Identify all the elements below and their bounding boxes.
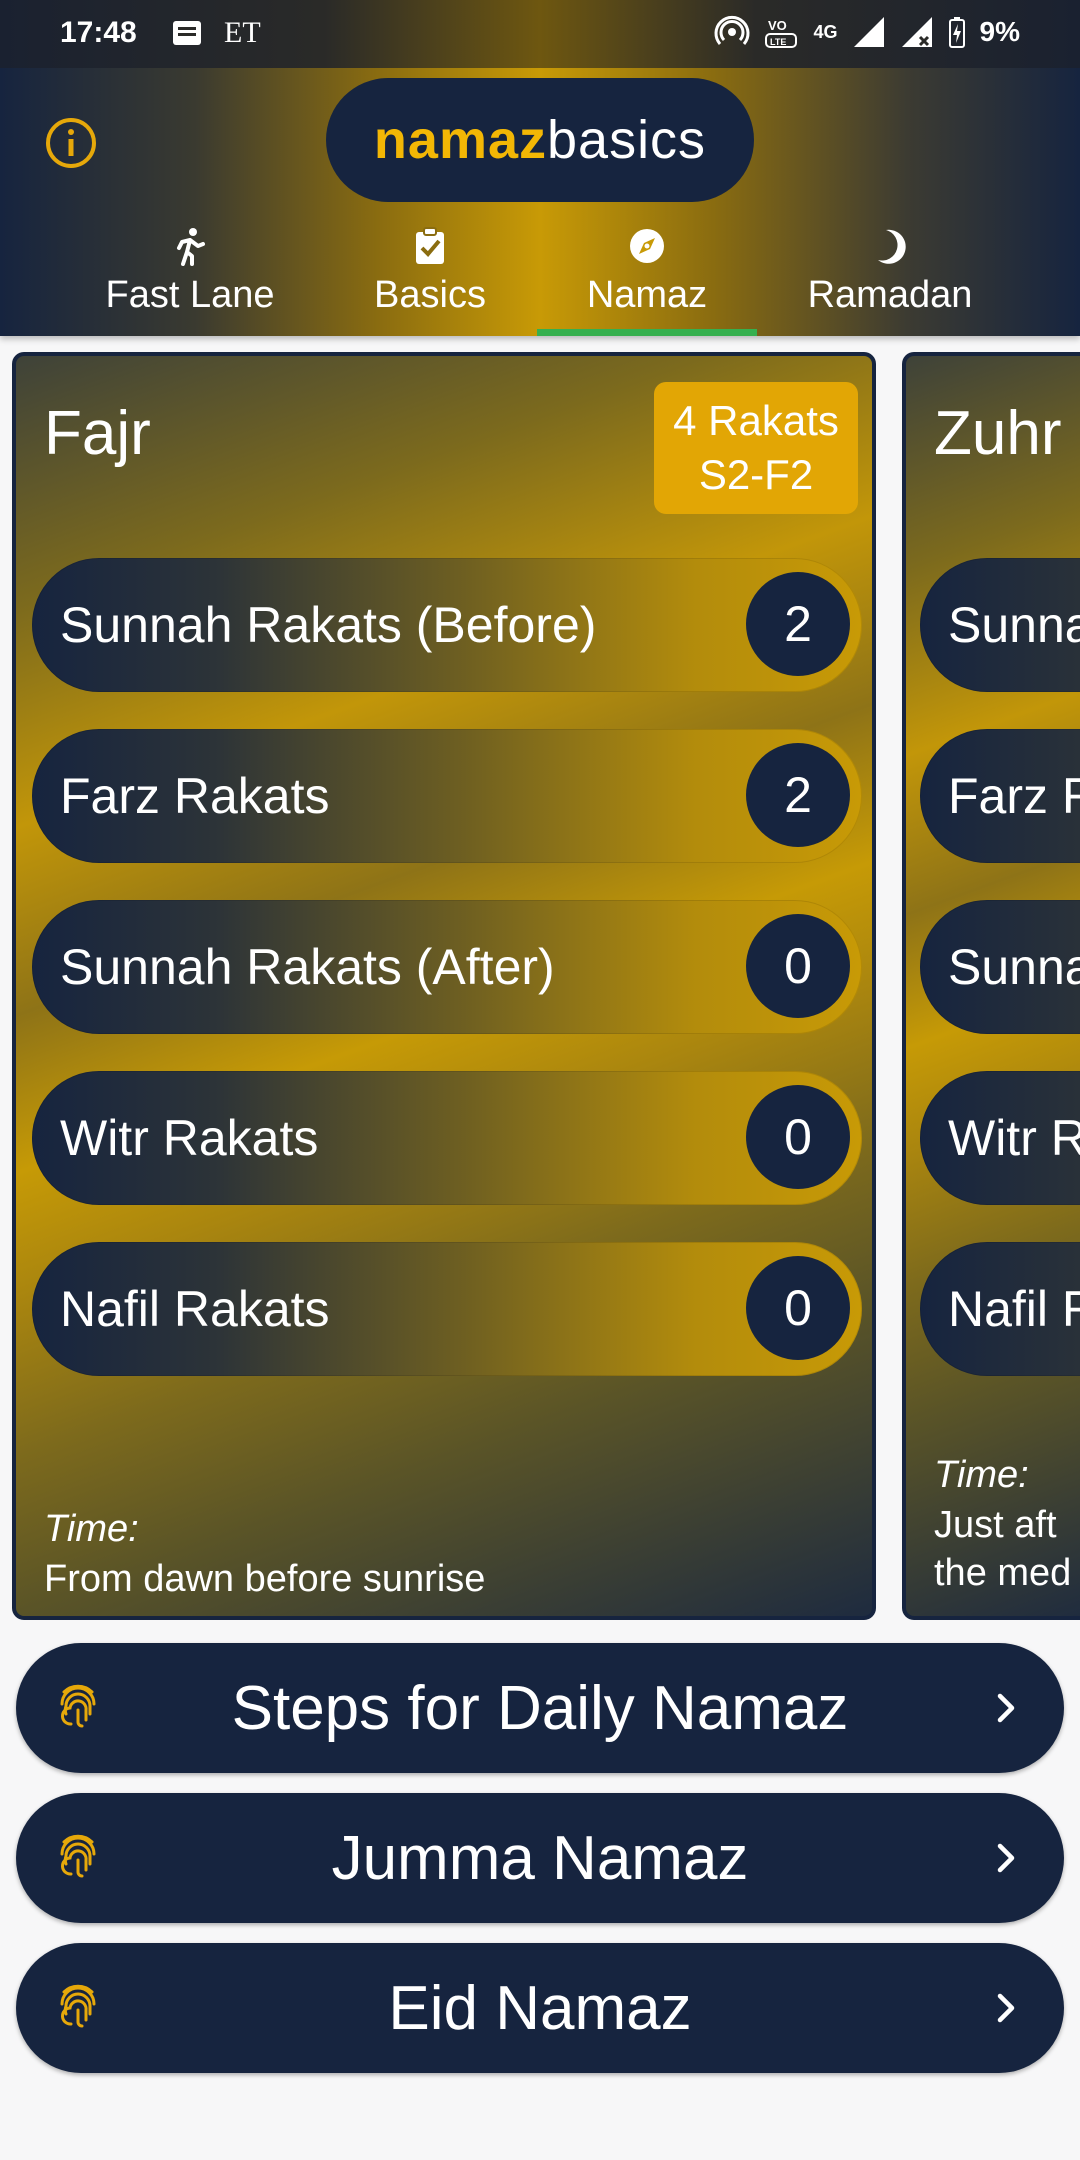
rakat-row: Sunnah Rakats (Before) 2 bbox=[32, 558, 862, 692]
app-logo: namaz basics bbox=[326, 78, 754, 202]
row-label: Sunnah Rakats (Before) bbox=[60, 597, 597, 653]
eid-namaz-button[interactable]: Eid Namaz bbox=[16, 1943, 1064, 2073]
rakat-count: 0 bbox=[746, 1256, 850, 1360]
rakat-row: Witr R bbox=[920, 1071, 1080, 1205]
row-label: Farz Rakats bbox=[60, 768, 330, 824]
chevron-right-icon bbox=[997, 1693, 1015, 1723]
tab-namaz[interactable]: Namaz bbox=[537, 220, 757, 336]
tab-label: Basics bbox=[374, 274, 486, 316]
logo-basics: basics bbox=[547, 110, 707, 170]
svg-text:VO: VO bbox=[768, 18, 787, 33]
time-label: Time: bbox=[934, 1454, 1029, 1496]
logo-namaz: namaz bbox=[373, 110, 547, 170]
compass-icon bbox=[630, 229, 664, 263]
status-bar: 17:48 ET VO LTE 4G 9% bbox=[0, 0, 1080, 68]
crescent-moon-icon bbox=[878, 229, 906, 264]
app-header: 17:48 ET VO LTE 4G 9% namaz basics Fast … bbox=[0, 0, 1080, 336]
tab-fast-lane[interactable]: Fast Lane bbox=[70, 220, 310, 336]
rakat-row: Witr Rakats 0 bbox=[32, 1071, 862, 1205]
row-label: Sunna bbox=[948, 939, 1080, 995]
prayer-card-fajr[interactable]: Fajr 4 Rakats S2-F2 Sunnah Rakats (Befor… bbox=[12, 352, 876, 1620]
row-label: Witr Rakats bbox=[60, 1110, 319, 1166]
carrier-label: ET bbox=[224, 16, 261, 49]
message-icon bbox=[173, 21, 201, 45]
hotspot-icon bbox=[714, 15, 749, 45]
tab-basics[interactable]: Basics bbox=[330, 220, 530, 336]
row-label: Nafil Rakats bbox=[60, 1281, 330, 1337]
rakat-count: 0 bbox=[746, 914, 850, 1018]
rakat-row: Farz Rakats 2 bbox=[32, 729, 862, 863]
row-label: Farz R bbox=[948, 768, 1080, 824]
rakat-row: Nafil R bbox=[920, 1242, 1080, 1376]
network-type: 4G bbox=[813, 22, 838, 42]
rakat-count: 2 bbox=[746, 743, 850, 847]
battery-percent: 9% bbox=[979, 16, 1020, 47]
signal-icon bbox=[853, 17, 884, 47]
badge-code: S2-F2 bbox=[698, 451, 814, 498]
rakat-row: Sunna bbox=[920, 900, 1080, 1034]
status-icons: VO LTE 4G 9% bbox=[714, 14, 1020, 50]
selected-tab-indicator bbox=[537, 329, 757, 336]
button-label: Eid Namaz bbox=[388, 1974, 692, 2043]
button-label: Jumma Namaz bbox=[331, 1824, 749, 1893]
rakat-badge: 4 Rakats S2-F2 bbox=[654, 382, 858, 514]
rakat-row: Sunnah Rakats (After) 0 bbox=[32, 900, 862, 1034]
tab-label: Namaz bbox=[586, 274, 708, 316]
tab-label: Ramadan bbox=[807, 274, 973, 316]
steps-daily-namaz-button[interactable]: Steps for Daily Namaz bbox=[16, 1643, 1064, 1773]
jumma-namaz-button[interactable]: Jumma Namaz bbox=[16, 1793, 1064, 1923]
rakat-row: Sunna bbox=[920, 558, 1080, 692]
card-title: Fajr bbox=[44, 399, 151, 468]
row-label: Sunnah Rakats (After) bbox=[60, 939, 555, 995]
info-icon[interactable] bbox=[44, 116, 98, 170]
chevron-right-icon bbox=[997, 1843, 1015, 1873]
rakat-count: 2 bbox=[746, 572, 850, 676]
battery-charging-icon bbox=[948, 17, 965, 48]
signal-no-service-icon bbox=[901, 17, 932, 47]
card-title: Zuhr bbox=[934, 399, 1062, 468]
row-label: Nafil R bbox=[948, 1281, 1080, 1337]
badge-total: 4 Rakats bbox=[673, 397, 839, 444]
time-label: Time: bbox=[44, 1508, 139, 1550]
svg-text:LTE: LTE bbox=[770, 37, 786, 47]
row-label: Witr R bbox=[948, 1110, 1080, 1166]
time-value: From dawn before sunrise bbox=[44, 1558, 486, 1600]
tab-label: Fast Lane bbox=[105, 274, 275, 316]
rakat-count: 0 bbox=[746, 1085, 850, 1189]
status-time: 17:48 bbox=[60, 16, 137, 49]
run-icon bbox=[177, 228, 205, 266]
chevron-right-icon bbox=[997, 1993, 1015, 2023]
rakat-row: Nafil Rakats 0 bbox=[32, 1242, 862, 1376]
prayer-card-zuhr[interactable]: Zuhr Sunna Farz R Sunna Witr R Nafil R T… bbox=[902, 352, 1080, 1620]
button-label: Steps for Daily Namaz bbox=[231, 1674, 849, 1743]
volte-icon: VO LTE bbox=[764, 18, 797, 48]
tab-bar: Fast Lane Basics Namaz Ramadan bbox=[0, 220, 1080, 336]
clipboard-check-icon bbox=[416, 227, 444, 264]
tab-ramadan[interactable]: Ramadan bbox=[780, 220, 1000, 336]
row-label: Sunna bbox=[948, 597, 1080, 653]
time-value-line1: Just aft bbox=[934, 1504, 1057, 1546]
time-value-line2: the med bbox=[934, 1552, 1072, 1594]
rakat-row: Farz R bbox=[920, 729, 1080, 863]
